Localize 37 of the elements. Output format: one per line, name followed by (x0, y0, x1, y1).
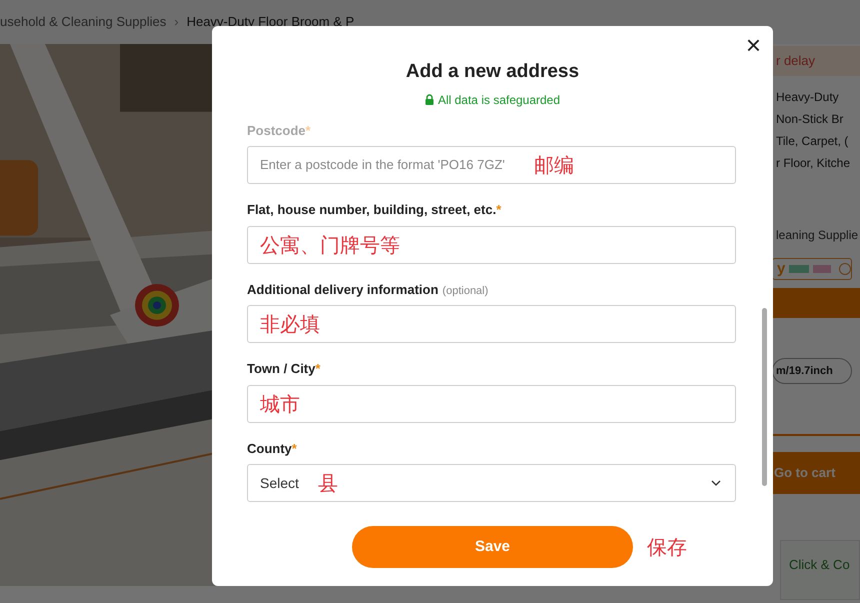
product-title-line: r Floor, Kitche (776, 155, 852, 172)
breadcrumb-link[interactable]: usehold & Cleaning Supplies (0, 12, 166, 32)
product-title-line: Non-Stick Br (776, 111, 844, 128)
annotation-text: 公寓、门牌号等 (260, 232, 400, 258)
brand-text: y (777, 258, 786, 279)
tag-icon (789, 265, 810, 273)
input-field[interactable]: Enter a postcode in the format 'PO16 7GZ' 邮编 (247, 146, 736, 184)
safeguard-text: All data is safeguarded (438, 92, 560, 108)
input-field[interactable]: 公寓、门牌号等 (247, 226, 736, 264)
annotation-text: 县 (318, 470, 338, 497)
chevron-down-icon (711, 480, 721, 486)
product-title-line: Tile, Carpet, ( (776, 133, 850, 150)
collect-option[interactable]: Click & Co (780, 540, 860, 600)
size-option[interactable]: m/19.7inch (772, 358, 852, 384)
close-button[interactable]: × (744, 32, 763, 58)
delivery-notice: r delay (772, 46, 860, 76)
input-field[interactable]: 城市 (247, 384, 736, 422)
annotation-text: 城市 (260, 390, 300, 418)
optional-note: (optional) (442, 284, 488, 298)
lock-icon (424, 94, 434, 105)
category-text: leaning Supplie (775, 227, 860, 244)
field-label: Flat, house number, building, street, etc.* (247, 201, 502, 219)
breadcrumb-current: Heavy-Duty Floor Broom & P (186, 13, 354, 32)
input-field[interactable]: 非必填 (247, 305, 736, 343)
field-label: Postcode* (247, 122, 311, 140)
annotation-text: 邮编 (534, 152, 574, 179)
product-title-line: Heavy-Duty (776, 89, 840, 106)
annotation-text: 非必填 (260, 311, 320, 338)
field-label: Town / City* (247, 360, 320, 378)
field-label: County* (247, 440, 297, 458)
dialog-title: Add a new address (406, 60, 580, 84)
breadcrumb-separator: › (174, 13, 179, 32)
save-button[interactable]: Save (352, 526, 633, 568)
annotation-text: 保存 (647, 534, 687, 561)
field-label: Additional delivery information (247, 280, 438, 299)
tag-icon (813, 265, 832, 273)
county-select[interactable]: Select 县 (247, 464, 736, 502)
